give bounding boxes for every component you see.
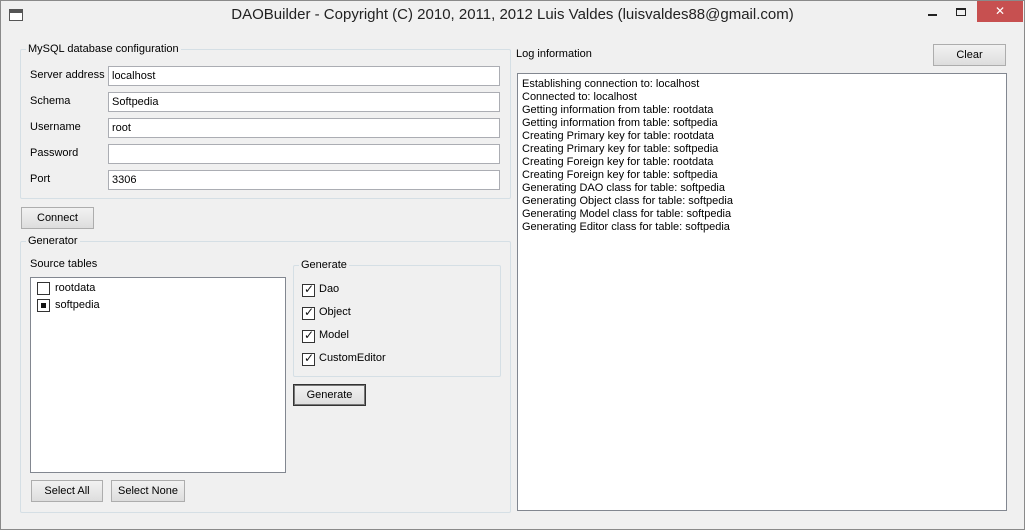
minimize-icon <box>927 13 937 16</box>
server-address-input[interactable]: localhost <box>108 66 500 86</box>
log-line: Creating Foreign key for table: rootdata <box>522 156 714 168</box>
dao-option[interactable]: Dao <box>302 282 402 300</box>
log-line: Creating Foreign key for table: softpedi… <box>522 169 718 181</box>
schema-label: Schema <box>30 95 71 107</box>
generate-options-title: Generate <box>299 259 349 271</box>
log-title: Log information <box>516 48 592 60</box>
clear-button[interactable]: Clear <box>933 44 1006 66</box>
table-name: softpedia <box>55 299 100 311</box>
custom-editor-label: CustomEditor <box>319 352 386 364</box>
mysql-config-title: MySQL database configuration <box>26 43 181 55</box>
object-option[interactable]: Object <box>302 305 402 323</box>
minimize-button[interactable] <box>919 1 945 22</box>
log-line: Getting information from table: rootdata <box>522 104 714 116</box>
log-line: Creating Primary key for table: softpedi… <box>522 143 719 155</box>
generator-title: Generator <box>26 235 80 247</box>
object-checkbox[interactable] <box>302 305 315 320</box>
generate-button[interactable]: Generate <box>293 384 366 406</box>
model-checkbox[interactable] <box>302 328 315 343</box>
maximize-icon <box>956 7 966 16</box>
server-address-label: Server address <box>30 69 105 81</box>
model-label: Model <box>319 329 349 341</box>
close-icon: ✕ <box>994 4 1006 18</box>
connect-button[interactable]: Connect <box>21 207 94 229</box>
source-tables-label: Source tables <box>30 258 98 270</box>
schema-input[interactable]: Softpedia <box>108 92 500 112</box>
table-checkbox[interactable] <box>37 299 50 312</box>
log-line: Generating Editor class for table: softp… <box>522 221 730 233</box>
model-option[interactable]: Model <box>302 328 402 346</box>
port-label: Port <box>30 173 51 185</box>
custom-editor-checkbox[interactable] <box>302 351 315 366</box>
table-checkbox[interactable] <box>37 282 50 295</box>
password-input[interactable] <box>108 144 500 164</box>
username-input[interactable]: root <box>108 118 500 138</box>
log-line: Connected to: localhost <box>522 91 637 103</box>
title-bar[interactable]: DAOBuilder - Copyright (C) 2010, 2011, 2… <box>1 1 1024 31</box>
log-line: Generating Model class for table: softpe… <box>522 208 732 220</box>
window-title: DAOBuilder - Copyright (C) 2010, 2011, 2… <box>231 6 794 23</box>
password-label: Password <box>30 147 79 159</box>
username-label: Username <box>30 121 81 133</box>
table-name: rootdata <box>55 282 96 294</box>
log-line: Creating Primary key for table: rootdata <box>522 130 714 142</box>
close-button[interactable]: ✕ <box>977 1 1023 22</box>
custom-editor-option[interactable]: CustomEditor <box>302 351 422 369</box>
app-window: DAOBuilder - Copyright (C) 2010, 2011, 2… <box>0 0 1025 530</box>
select-all-button[interactable]: Select All <box>31 480 103 502</box>
log-line: Generating DAO class for table: softpedi… <box>522 182 725 194</box>
log-line: Establishing connection to: localhost <box>522 78 700 90</box>
dao-label: Dao <box>319 283 340 295</box>
select-none-button[interactable]: Select None <box>111 480 185 502</box>
log-line: Getting information from table: softpedi… <box>522 117 718 129</box>
source-tables-list[interactable]: rootdata softpedia <box>30 277 286 473</box>
dao-checkbox[interactable] <box>302 282 315 297</box>
log-line: Generating Object class for table: softp… <box>522 195 733 207</box>
maximize-button[interactable] <box>948 1 974 22</box>
log-textarea[interactable]: Establishing connection to: localhost Co… <box>517 73 1007 511</box>
port-input[interactable]: 3306 <box>108 170 500 190</box>
object-label: Object <box>319 306 351 318</box>
